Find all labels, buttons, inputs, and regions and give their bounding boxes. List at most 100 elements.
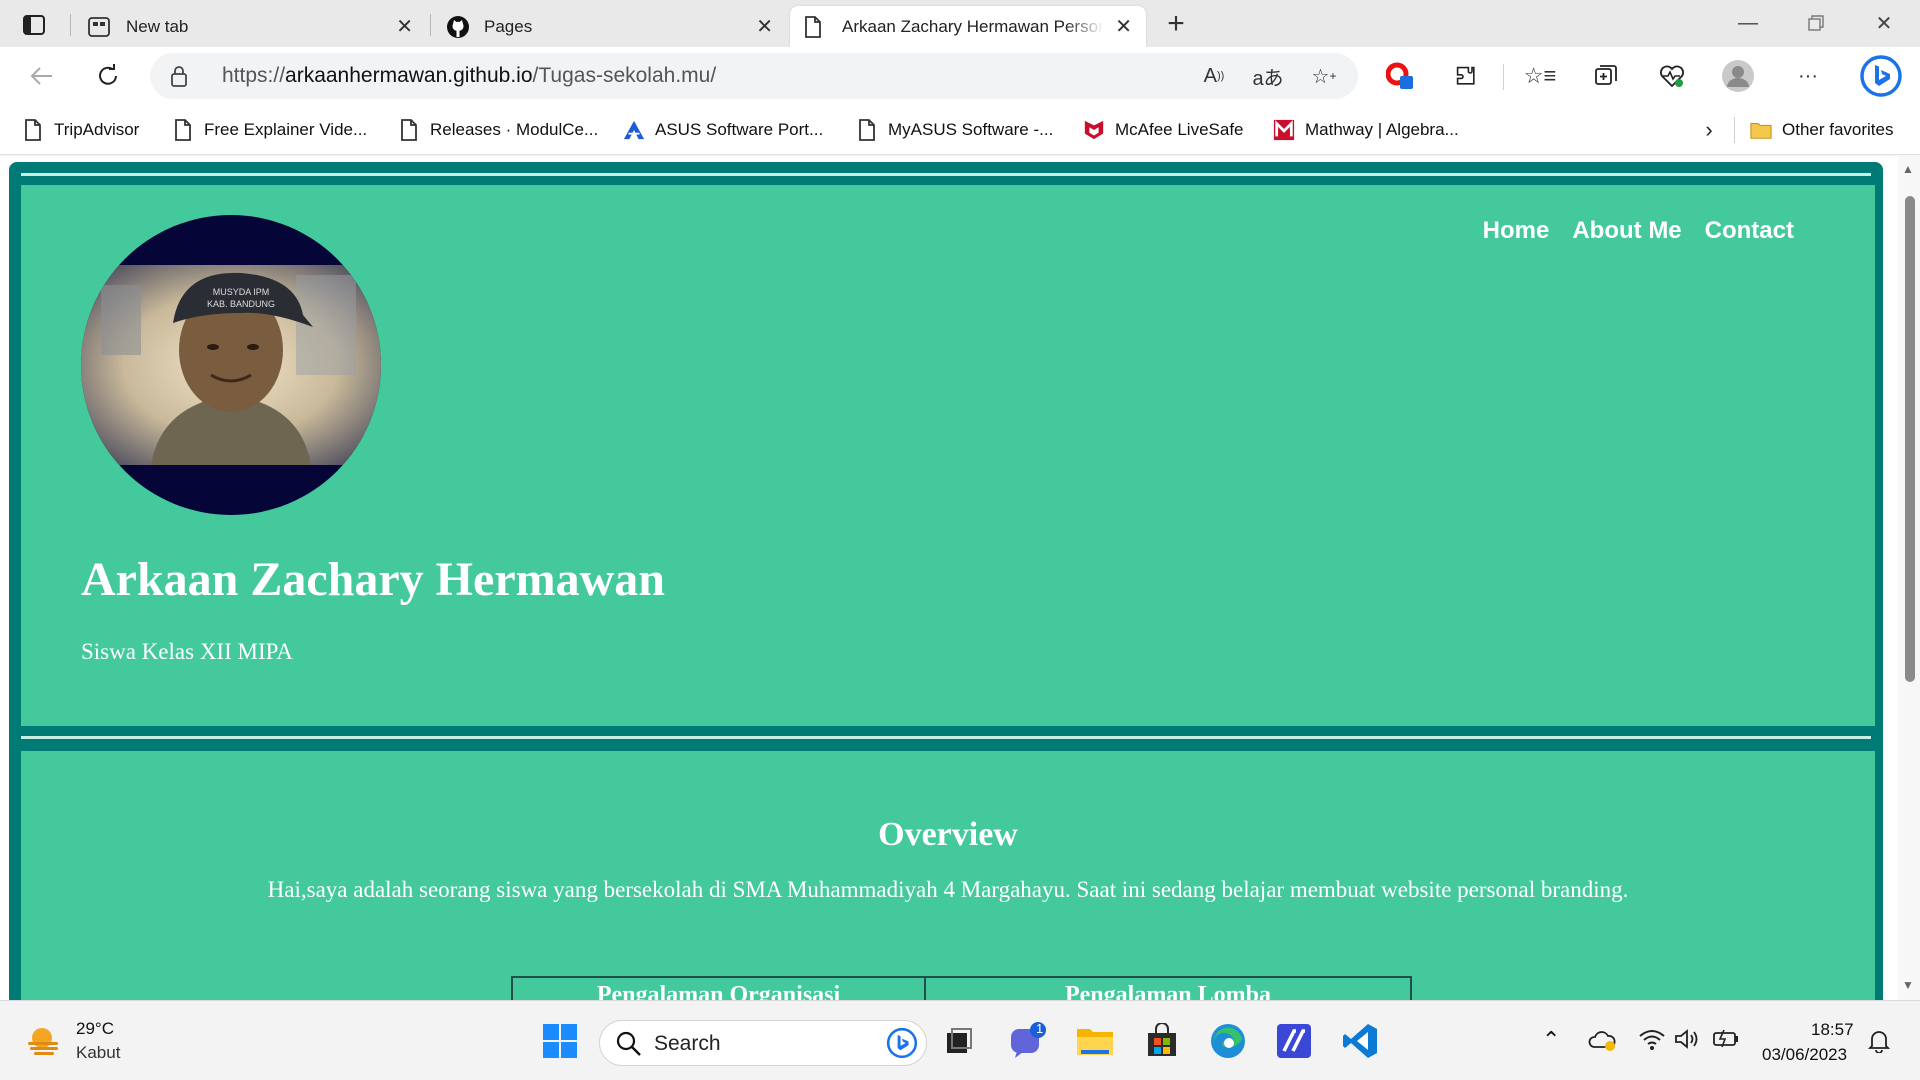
chevron-right-icon[interactable]: › [1698, 117, 1720, 143]
favorite-label: ASUS Software Port... [655, 120, 824, 139]
page-title: Arkaan Zachary Hermawan [81, 553, 665, 606]
asus-icon [623, 120, 645, 140]
page-icon [804, 15, 822, 38]
translate-icon[interactable]: aあ [1250, 60, 1286, 92]
favorite-label: MyASUS Software -... [888, 120, 1054, 139]
overview-text: Hai,saya adalah seorang siswa yang berse… [267, 877, 1629, 902]
restore-icon[interactable] [1798, 8, 1834, 38]
minimize-icon[interactable]: — [1730, 8, 1766, 38]
weather-hazy-icon [28, 1028, 58, 1055]
favorite-label: TripAdvisor [54, 120, 140, 139]
favorite-mcafee-livesafe[interactable]: McAfee LiveSafe [1083, 117, 1244, 143]
windows-start-icon[interactable] [538, 1019, 582, 1063]
folder-icon [1750, 123, 1772, 139]
profile-avatar-icon[interactable] [1718, 57, 1758, 95]
browser-essentials-icon[interactable] [1652, 57, 1692, 95]
page-icon [859, 119, 875, 141]
wifi-icon[interactable] [1638, 1027, 1666, 1051]
page-viewport[interactable]: MUSYDA IPM KAB. BANDUNG Home About Me Co… [0, 156, 1920, 1000]
taskbar-app-icon[interactable] [1272, 1019, 1316, 1063]
tab-strip: New tab ✕ Pages ✕ Arkaan Zachary Hermawa… [0, 0, 1920, 47]
scroll-up-icon[interactable]: ▲ [1902, 162, 1914, 176]
address-bar[interactable]: https://arkaanhermawan.github.io/Tugas-s… [150, 53, 1358, 99]
scroll-down-icon[interactable]: ▼ [1902, 978, 1914, 992]
vscode-icon[interactable] [1338, 1019, 1382, 1063]
task-view-icon[interactable] [937, 1019, 981, 1063]
divider [21, 736, 1871, 739]
back-icon[interactable] [22, 57, 62, 95]
favorite-label: Free Explainer Vide... [204, 120, 368, 139]
nav-contact[interactable]: Contact [1705, 217, 1794, 245]
github-icon [446, 15, 470, 39]
table-header-lomba: Pengalaman Lomba [924, 976, 1412, 1000]
vertical-scrollbar[interactable]: ▲ ▼ [1898, 156, 1920, 1000]
favorites-icon[interactable]: ☆≡ [1520, 57, 1560, 95]
windows-taskbar: 29°C Kabut Search 1 ⌃ 18:57 03/06/2023 [0, 1000, 1920, 1080]
favorite-mathway[interactable]: Mathway | Algebra... [1273, 117, 1459, 143]
add-favorite-icon[interactable]: ☆ + [1306, 60, 1342, 92]
read-aloud-icon[interactable]: A)) [1196, 60, 1232, 92]
main-nav: Home About Me Contact [1483, 217, 1794, 245]
cap-text: MUSYDA IPM [213, 287, 270, 297]
favorite-tripadvisor[interactable]: TripAdvisor [22, 117, 139, 143]
tab-label: Arkaan Zachary Hermawan Personal Brandin… [842, 16, 1104, 36]
tab-personal-branding[interactable]: Arkaan Zachary Hermawan Personal Brandin… [790, 6, 1146, 47]
clock-time[interactable]: 18:57 [1811, 1020, 1854, 1040]
collections-icon[interactable] [1586, 57, 1626, 95]
nav-about-me[interactable]: About Me [1572, 217, 1681, 245]
search-icon [616, 1031, 641, 1056]
tab-pages[interactable]: Pages ✕ [438, 6, 783, 47]
notification-bell-icon[interactable] [1868, 1029, 1890, 1053]
battery-icon[interactable] [1712, 1027, 1740, 1049]
new-tab-plus-icon[interactable]: + [1158, 7, 1194, 40]
file-explorer-icon[interactable] [1073, 1019, 1117, 1063]
teams-chat-icon[interactable]: 1 [1005, 1019, 1049, 1063]
overview-section: Overview Hai,saya adalah seorang siswa y… [21, 751, 1875, 1000]
clock-date[interactable]: 03/06/2023 [1762, 1045, 1847, 1065]
tab-new-tab[interactable]: New tab ✕ [78, 6, 423, 47]
page-icon [175, 119, 191, 141]
bing-icon [886, 1027, 918, 1059]
taskbar-search[interactable]: Search [599, 1020, 927, 1066]
page-icon [25, 119, 41, 141]
extensions-icon[interactable] [1446, 57, 1486, 95]
new-tab-icon [88, 16, 110, 37]
favorite-label: Mathway | Algebra... [1305, 120, 1459, 139]
opera-extension-icon[interactable] [1380, 57, 1420, 95]
tab-label: New tab [126, 16, 189, 36]
microsoft-store-icon[interactable] [1140, 1019, 1184, 1063]
hero-header: MUSYDA IPM KAB. BANDUNG Home About Me Co… [21, 185, 1875, 726]
chevron-up-icon[interactable]: ⌃ [1542, 1027, 1560, 1053]
favorite-asus-software-portal[interactable]: ASUS Software Port... [623, 117, 823, 143]
close-icon[interactable]: ✕ [396, 14, 413, 39]
weather-desc: Kabut [76, 1043, 121, 1062]
experience-table: Pengalaman Organisasi Pengalaman Lomba [511, 976, 1412, 1000]
close-icon[interactable]: ✕ [756, 14, 773, 39]
weather-widget[interactable]: 29°C Kabut [26, 1015, 136, 1067]
browser-toolbar: https://arkaanhermawan.github.io/Tugas-s… [0, 47, 1920, 105]
other-favorites[interactable]: Other favorites [1750, 117, 1894, 143]
edge-browser-icon[interactable] [1206, 1019, 1250, 1063]
page-frame: MUSYDA IPM KAB. BANDUNG Home About Me Co… [9, 162, 1883, 1000]
scrollbar-thumb[interactable] [1905, 196, 1915, 682]
mathway-icon [1273, 119, 1295, 141]
url-text[interactable]: https://arkaanhermawan.github.io/Tugas-s… [222, 64, 716, 88]
overview-heading: Overview [878, 816, 1018, 853]
lock-icon[interactable] [170, 65, 188, 87]
favorite-myasus-software[interactable]: MyASUS Software -... [856, 117, 1053, 143]
refresh-icon[interactable] [88, 57, 128, 95]
close-icon[interactable]: ✕ [1115, 14, 1132, 39]
favorite-releases-modulce[interactable]: Releases · ModulCe... [398, 117, 598, 143]
tab-actions-icon[interactable] [20, 12, 48, 38]
page-subtitle: Siswa Kelas XII MIPA [81, 639, 293, 664]
bing-copilot-icon[interactable] [1858, 53, 1904, 99]
nav-home[interactable]: Home [1483, 217, 1550, 245]
favorite-free-explainer[interactable]: Free Explainer Vide... [172, 117, 367, 143]
favorite-label: Releases · ModulCe... [430, 120, 599, 139]
more-options-icon[interactable]: ··· [1788, 57, 1828, 95]
onedrive-warning-icon[interactable] [1588, 1029, 1616, 1051]
table-header-organisasi: Pengalaman Organisasi [511, 976, 926, 1000]
volume-icon[interactable] [1674, 1027, 1700, 1051]
tab-label: Pages [484, 16, 533, 36]
close-window-icon[interactable]: ✕ [1866, 8, 1902, 38]
